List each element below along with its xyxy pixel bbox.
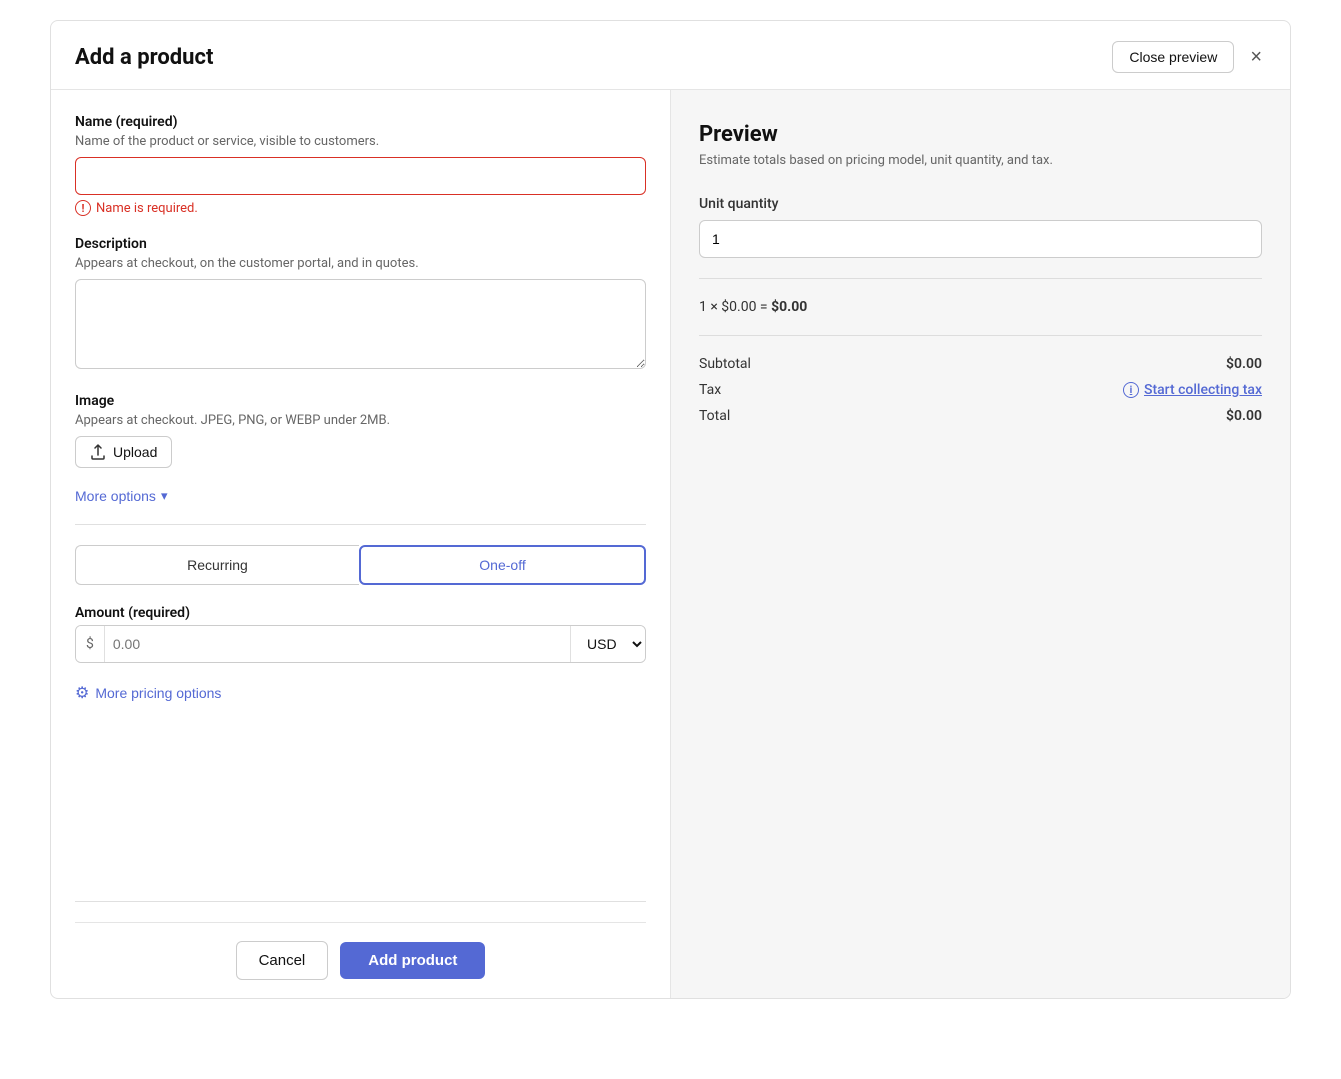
- error-icon: !: [75, 200, 91, 216]
- preview-divider-2: [699, 335, 1262, 336]
- modal-body: Name (required) Name of the product or s…: [51, 90, 1290, 998]
- calc-text: 1 × $0.00 =: [699, 299, 768, 315]
- unit-quantity-input[interactable]: [699, 220, 1262, 258]
- more-options-label: More options: [75, 488, 156, 504]
- total-label: Total: [699, 408, 730, 424]
- header-actions: Close preview ×: [1112, 41, 1266, 73]
- info-icon: i: [1123, 382, 1139, 398]
- footer-divider: [75, 901, 646, 902]
- preview-subtitle: Estimate totals based on pricing model, …: [699, 153, 1262, 168]
- left-panel: Name (required) Name of the product or s…: [51, 90, 671, 998]
- image-hint: Appears at checkout. JPEG, PNG, or WEBP …: [75, 413, 646, 428]
- image-label: Image: [75, 393, 646, 409]
- amount-label: Amount (required): [75, 605, 646, 621]
- amount-section: Amount (required) $ USD EUR GBP: [75, 605, 646, 663]
- total-row: Total $0.00: [699, 408, 1262, 424]
- calc-total: $0.00: [771, 299, 807, 315]
- tax-label: Tax: [699, 382, 721, 398]
- gear-icon: ⚙: [75, 683, 89, 703]
- more-pricing-options-button[interactable]: ⚙ More pricing options: [75, 683, 221, 703]
- upload-icon: [90, 444, 106, 460]
- modal-header: Add a product Close preview ×: [51, 21, 1290, 90]
- close-modal-button[interactable]: ×: [1246, 43, 1266, 71]
- amount-input[interactable]: [105, 626, 570, 662]
- modal-title: Add a product: [75, 45, 213, 70]
- description-label: Description: [75, 236, 646, 252]
- preview-title: Preview: [699, 122, 1262, 147]
- pricing-type-tabs: Recurring One-off: [75, 545, 646, 585]
- image-section: Image Appears at checkout. JPEG, PNG, or…: [75, 393, 646, 468]
- recurring-tab[interactable]: Recurring: [75, 545, 359, 585]
- name-input[interactable]: [75, 157, 646, 195]
- currency-select[interactable]: USD EUR GBP: [570, 626, 645, 662]
- description-input[interactable]: [75, 279, 646, 369]
- upload-label: Upload: [113, 444, 157, 460]
- more-options-button[interactable]: More options ▾: [75, 488, 167, 504]
- upload-button[interactable]: Upload: [75, 436, 172, 468]
- section-divider: [75, 524, 646, 525]
- form-scroll-area: Name (required) Name of the product or s…: [75, 114, 646, 861]
- close-preview-button[interactable]: Close preview: [1112, 41, 1234, 73]
- unit-quantity-label: Unit quantity: [699, 196, 1262, 212]
- tax-row: Tax i Start collecting tax: [699, 382, 1262, 398]
- more-pricing-options-label: More pricing options: [95, 685, 221, 701]
- modal-footer-buttons: Cancel Add product: [75, 922, 646, 998]
- total-value: $0.00: [1226, 408, 1262, 424]
- description-hint: Appears at checkout, on the customer por…: [75, 256, 646, 271]
- amount-input-row: $ USD EUR GBP: [75, 625, 646, 663]
- oneoff-tab[interactable]: One-off: [359, 545, 646, 585]
- cancel-button[interactable]: Cancel: [236, 941, 329, 980]
- description-section: Description Appears at checkout, on the …: [75, 236, 646, 373]
- name-section: Name (required) Name of the product or s…: [75, 114, 646, 216]
- name-hint: Name of the product or service, visible …: [75, 134, 646, 149]
- amount-prefix: $: [76, 626, 105, 662]
- form-footer: Cancel Add product: [75, 861, 646, 998]
- chevron-down-icon: ▾: [161, 488, 168, 504]
- name-label: Name (required): [75, 114, 646, 130]
- name-error: ! Name is required.: [75, 200, 646, 216]
- preview-divider-1: [699, 278, 1262, 279]
- subtotal-label: Subtotal: [699, 356, 751, 372]
- start-collecting-tax-button[interactable]: i Start collecting tax: [1123, 382, 1262, 398]
- subtotal-value: $0.00: [1226, 356, 1262, 372]
- name-error-text: Name is required.: [96, 201, 198, 216]
- add-product-modal: Add a product Close preview × Name (requ…: [50, 20, 1291, 999]
- calc-row: 1 × $0.00 = $0.00: [699, 299, 1262, 315]
- start-collecting-tax-label: Start collecting tax: [1144, 382, 1262, 398]
- subtotal-row: Subtotal $0.00: [699, 356, 1262, 372]
- add-product-button[interactable]: Add product: [340, 942, 485, 979]
- right-panel: Preview Estimate totals based on pricing…: [671, 90, 1290, 998]
